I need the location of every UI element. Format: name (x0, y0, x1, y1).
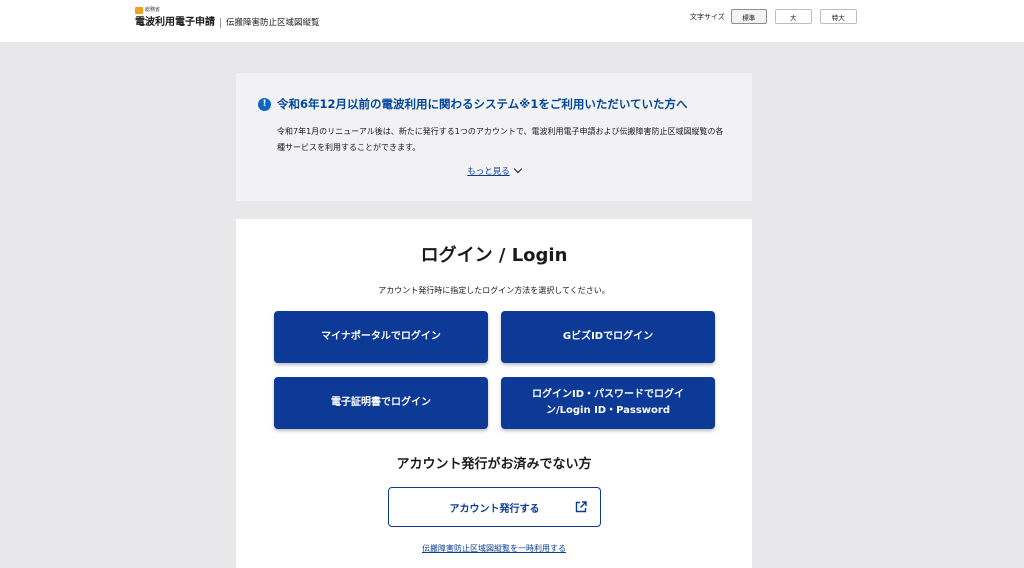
ministry-logo-icon (135, 6, 143, 14)
notice-body: 令和7年1月のリニューアル後は、新たに発行する1つのアカウントで、電波利用電子申… (277, 127, 724, 152)
temp-use-row: 伝搬障害防止区域図縦覧を一時利用する (236, 543, 752, 554)
notice-title: 令和6年12月以前の電波利用に関わるシステム※1をご利用いただいていた方へ (277, 97, 688, 111)
id-password-login-button[interactable]: ログインID・パスワードでログイン/Login ID・Password (501, 377, 715, 429)
login-panel: ログイン / Login アカウント発行時に指定したログイン方法を選択してくださ… (236, 219, 752, 568)
notice-panel: ! 令和6年12月以前の電波利用に関わるシステム※1をご利用いただいていた方へ … (236, 73, 752, 201)
login-description: アカウント発行時に指定したログイン方法を選択してください。 (378, 286, 610, 295)
issue-account-label: アカウント発行する (449, 503, 540, 515)
mynaportal-login-button[interactable]: マイナポータルでログイン (274, 311, 488, 363)
site-header: 総務省 電波利用電子申請 伝搬障害防止区域図縦覧 文字サイズ 標準 大 特大 (0, 0, 1024, 42)
external-link-icon (575, 501, 587, 513)
font-size-xlarge-button[interactable]: 特大 (819, 9, 857, 24)
info-exclamation-icon: ! (258, 98, 271, 111)
temp-use-link[interactable]: 伝搬障害防止区域図縦覧を一時利用する (422, 544, 566, 553)
certificate-login-button[interactable]: 電子証明書でログイン (274, 377, 488, 429)
logo-divider (220, 18, 221, 28)
font-size-large-button[interactable]: 大 (774, 9, 812, 24)
notice-more-row: もっと見る (236, 164, 752, 177)
logo-main-row: 電波利用電子申請 伝搬障害防止区域図縦覧 (135, 16, 320, 30)
show-more-link[interactable]: もっと見る (467, 167, 510, 177)
font-size-label: 文字サイズ (690, 12, 725, 21)
no-account-heading: アカウント発行がお済みでない方 (396, 457, 592, 472)
logo-ministry-row: 総務省 (135, 6, 320, 14)
gbizid-login-button[interactable]: GビズIDでログイン (501, 311, 715, 363)
chevron-down-icon[interactable] (513, 164, 522, 174)
logo-subtitle: 伝搬障害防止区域図縦覧 (226, 18, 320, 28)
logo-ministry: 総務省 (145, 7, 161, 13)
font-size-standard-button[interactable]: 標準 (730, 9, 767, 24)
issue-account-button[interactable]: アカウント発行する (388, 487, 601, 527)
site-logo[interactable]: 総務省 電波利用電子申請 伝搬障害防止区域図縦覧 (135, 6, 320, 30)
font-size-switcher: 文字サイズ 標準 大 特大 (690, 9, 865, 24)
logo-title: 電波利用電子申請 (135, 17, 215, 28)
page-title: ログイン / Login (420, 245, 568, 266)
